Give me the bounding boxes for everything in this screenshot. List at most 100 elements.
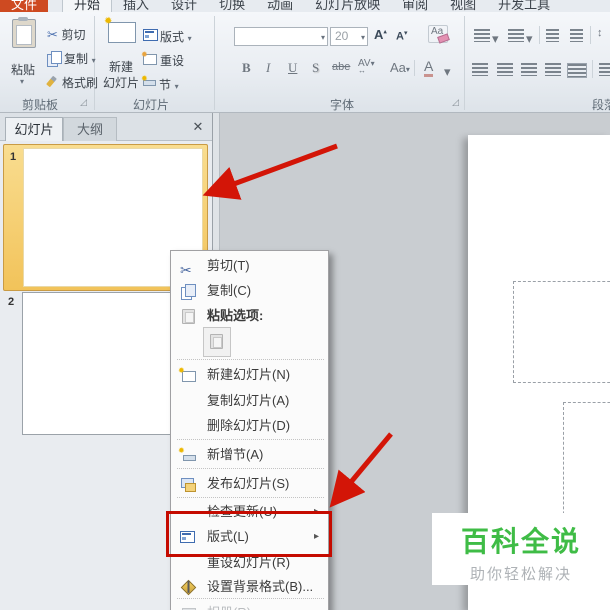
font-size-combobox[interactable]: 20 ▾ <box>330 27 368 46</box>
align-right-button[interactable] <box>521 63 537 76</box>
grow-font-button[interactable]: A▴ <box>374 27 387 42</box>
copy-icon <box>51 51 62 64</box>
tab-slideshow[interactable]: 幻灯片放映 <box>304 0 391 12</box>
cut-label: 剪切 <box>61 28 86 42</box>
copy-icon <box>180 283 196 300</box>
bullets-button[interactable] <box>474 29 490 42</box>
underline-button[interactable]: U <box>288 60 297 76</box>
numbering-button[interactable] <box>508 29 524 42</box>
close-icon[interactable]: ✕ <box>190 119 206 135</box>
tab-review[interactable]: 审阅 <box>391 0 439 12</box>
new-slide-button[interactable]: ✹ 新建 幻灯片 <box>100 16 142 94</box>
slide-number: 2 <box>8 296 15 308</box>
chevron-down-icon[interactable]: ▾ <box>444 64 451 80</box>
separator <box>590 26 591 44</box>
change-case-button[interactable]: Aa▾ <box>390 60 410 75</box>
format-painter-button[interactable]: 格式刷 <box>46 74 98 91</box>
font-size-value: 20 <box>335 29 349 43</box>
ribbon-tab-bar: 文件 开始 插入 设计 切换 动画 幻灯片放映 审阅 视图 开发工具 <box>0 0 610 12</box>
group-separator <box>464 16 465 110</box>
character-spacing-button[interactable]: AV▾ ↔ <box>358 58 375 80</box>
red-arrow-to-slide1 <box>202 143 338 200</box>
justify-button[interactable] <box>545 63 561 76</box>
italic-button[interactable]: I <box>266 60 270 76</box>
tab-animations[interactable]: 动画 <box>256 0 304 12</box>
ribbon: 粘贴 ▾ ✂ 剪切 复制 ▾ 格式刷 剪贴板 ◿ ✹ 新建 幻灯片 版式 ▾ ✹… <box>0 12 610 113</box>
clear-formatting-button[interactable]: Aa <box>428 25 448 43</box>
font-color-button[interactable]: A <box>424 58 434 77</box>
chevron-down-icon: ▾ <box>20 77 25 86</box>
menu-item-publish-slides[interactable]: 发布幻灯片(S) <box>171 472 326 496</box>
tab-file[interactable]: 文件 <box>0 0 49 12</box>
tab-home[interactable]: 开始 <box>62 0 113 12</box>
menu-item-delete-slide[interactable]: 删除幻灯片(D) <box>171 414 326 438</box>
layout-button[interactable]: 版式 ▾ <box>143 28 192 45</box>
paste-label: 粘贴 <box>10 63 35 77</box>
panel-tab-bar: 幻灯片 大纲 ✕ <box>0 113 212 141</box>
menu-item-add-section[interactable]: ✹ 新增节(A) <box>171 443 326 467</box>
paste-button[interactable]: 粘贴 ▾ <box>4 17 42 93</box>
panel-tab-outline[interactable]: 大纲 <box>63 117 117 141</box>
watermark-subtitle: 助你轻松解决 <box>469 566 572 583</box>
reset-button[interactable]: ✹ 重设 <box>141 50 185 69</box>
star-icon: ✹ <box>104 16 113 27</box>
chevron-down-icon[interactable]: ▾ <box>492 31 499 47</box>
tab-view[interactable]: 视图 <box>439 0 487 12</box>
menu-item-format-background[interactable]: 设置背景格式(B)... <box>171 575 326 599</box>
panel-tab-slides[interactable]: 幻灯片 <box>5 117 63 141</box>
bold-button[interactable]: B <box>242 60 251 76</box>
menu-separator <box>177 359 324 360</box>
increase-indent-button[interactable] <box>570 29 583 42</box>
font-dialog-launcher-icon[interactable]: ◿ <box>452 97 459 108</box>
shrink-font-button[interactable]: A▾ <box>396 29 407 43</box>
chevron-down-icon: ▾ <box>360 33 365 42</box>
strikethrough-button[interactable]: abe <box>332 61 350 73</box>
columns-button[interactable] <box>599 63 610 76</box>
caret-up-icon: ▴ <box>383 28 387 36</box>
tab-design[interactable]: 设计 <box>160 0 208 12</box>
align-left-button[interactable] <box>472 63 488 76</box>
menu-item-duplicate-slide[interactable]: 复制幻灯片(A) <box>171 389 326 413</box>
paste-option-button[interactable] <box>203 327 231 357</box>
cut-button[interactable]: ✂ 剪切 <box>47 26 86 43</box>
align-center-button[interactable] <box>497 63 513 76</box>
chevron-down-icon: ▾ <box>187 34 192 43</box>
menu-item-new-slide[interactable]: ✹ 新建幻灯片(N) <box>171 363 326 387</box>
menu-item-copy[interactable]: 复制(C) <box>171 279 326 303</box>
decrease-indent-button[interactable] <box>546 29 559 42</box>
menu-item-cut[interactable]: ✂ 剪切(T) <box>171 254 326 278</box>
tab-transitions[interactable]: 切换 <box>208 0 256 12</box>
new-slide-label-top: 新建 <box>108 60 133 74</box>
caret-down-icon: ▾ <box>403 30 408 37</box>
font-name-combobox[interactable]: ▾ <box>234 27 328 46</box>
clipboard-dialog-launcher-icon[interactable]: ◿ <box>80 97 87 108</box>
tab-developer[interactable]: 开发工具 <box>487 0 561 12</box>
chevron-down-icon: ▾ <box>405 65 410 74</box>
distributed-button[interactable] <box>567 63 587 78</box>
new-slide-icon: ✹ <box>178 366 196 383</box>
tab-insert[interactable]: 插入 <box>112 0 160 12</box>
paste-icon <box>210 334 223 349</box>
text-shadow-button[interactable]: S <box>312 60 319 76</box>
watermark: 百科全说 助你轻松解决 <box>432 513 610 585</box>
scissors-icon: ✂ <box>180 262 192 278</box>
content-placeholder[interactable] <box>513 281 610 383</box>
section-label: 节 <box>159 78 172 92</box>
paste-icon <box>180 308 196 324</box>
clipboard-icon <box>18 17 28 21</box>
menu-separator <box>177 497 324 498</box>
section-icon: ✹ <box>178 446 196 463</box>
copy-button[interactable]: 复制 ▾ <box>47 50 96 67</box>
reset-label: 重设 <box>160 54 185 68</box>
slides-group-label: 幻灯片 <box>133 98 170 112</box>
menu-separator <box>177 439 324 440</box>
watermark-title: 百科全说 <box>460 526 581 557</box>
slide-number: 1 <box>10 151 17 163</box>
layout-icon <box>143 29 158 41</box>
chevron-down-icon: ▾ <box>174 82 179 91</box>
section-button[interactable]: ✹ 节 ▾ <box>141 74 179 93</box>
up-down-arrow-icon: ↕ <box>597 27 603 39</box>
chevron-down-icon[interactable]: ▾ <box>526 31 533 47</box>
separator <box>592 60 593 78</box>
line-spacing-button[interactable]: ↕ <box>597 27 603 39</box>
